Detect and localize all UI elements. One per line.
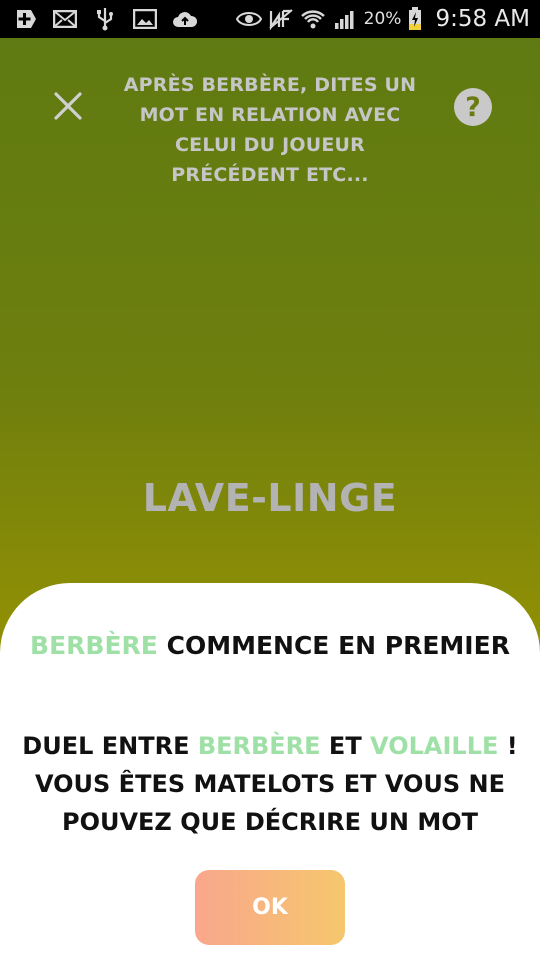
close-icon: [54, 92, 82, 120]
first-player-message: Berbère commence en premier: [0, 631, 540, 660]
ok-button[interactable]: OK: [195, 870, 345, 945]
plus-box-icon: [12, 8, 38, 30]
battery-charging-icon: [407, 7, 423, 30]
cloud-upload-icon: [172, 8, 198, 30]
image-icon: [132, 8, 158, 30]
wifi-icon: [300, 8, 326, 30]
status-bar-right: 20% 9:58 AM: [235, 0, 540, 38]
battery-percent: 20%: [363, 9, 402, 29]
signal-icon: [332, 8, 358, 30]
duel-prefix: Duel entre: [22, 732, 198, 760]
status-bar-left: [0, 0, 198, 38]
bottom-sheet: Berbère commence en premier Duel entre B…: [0, 583, 540, 960]
help-button[interactable]: ?: [454, 88, 492, 126]
usb-icon: [92, 8, 118, 31]
first-player-name: Berbère: [30, 631, 158, 660]
duel-and: et: [320, 732, 371, 760]
duel-player-1: Berbère: [197, 732, 321, 760]
instruction-text: Après Berbère, dites un mot en relation …: [123, 74, 417, 186]
current-word: Lave-linge: [142, 476, 398, 520]
mail-icon: [52, 8, 78, 30]
close-button[interactable]: [50, 88, 86, 124]
eye-icon: [235, 8, 262, 30]
duel-message: Duel entre Berbère et Volaille ! Vous êt…: [14, 727, 526, 841]
question-mark-icon: ?: [465, 91, 481, 123]
status-bar: 20% 9:58 AM: [0, 0, 540, 38]
nfc-icon: [268, 8, 294, 30]
clock: 9:58 AM: [435, 6, 530, 32]
duel-player-2: Volaille: [370, 732, 499, 760]
first-player-suffix: commence en premier: [157, 631, 510, 660]
ok-button-label: OK: [252, 895, 288, 920]
